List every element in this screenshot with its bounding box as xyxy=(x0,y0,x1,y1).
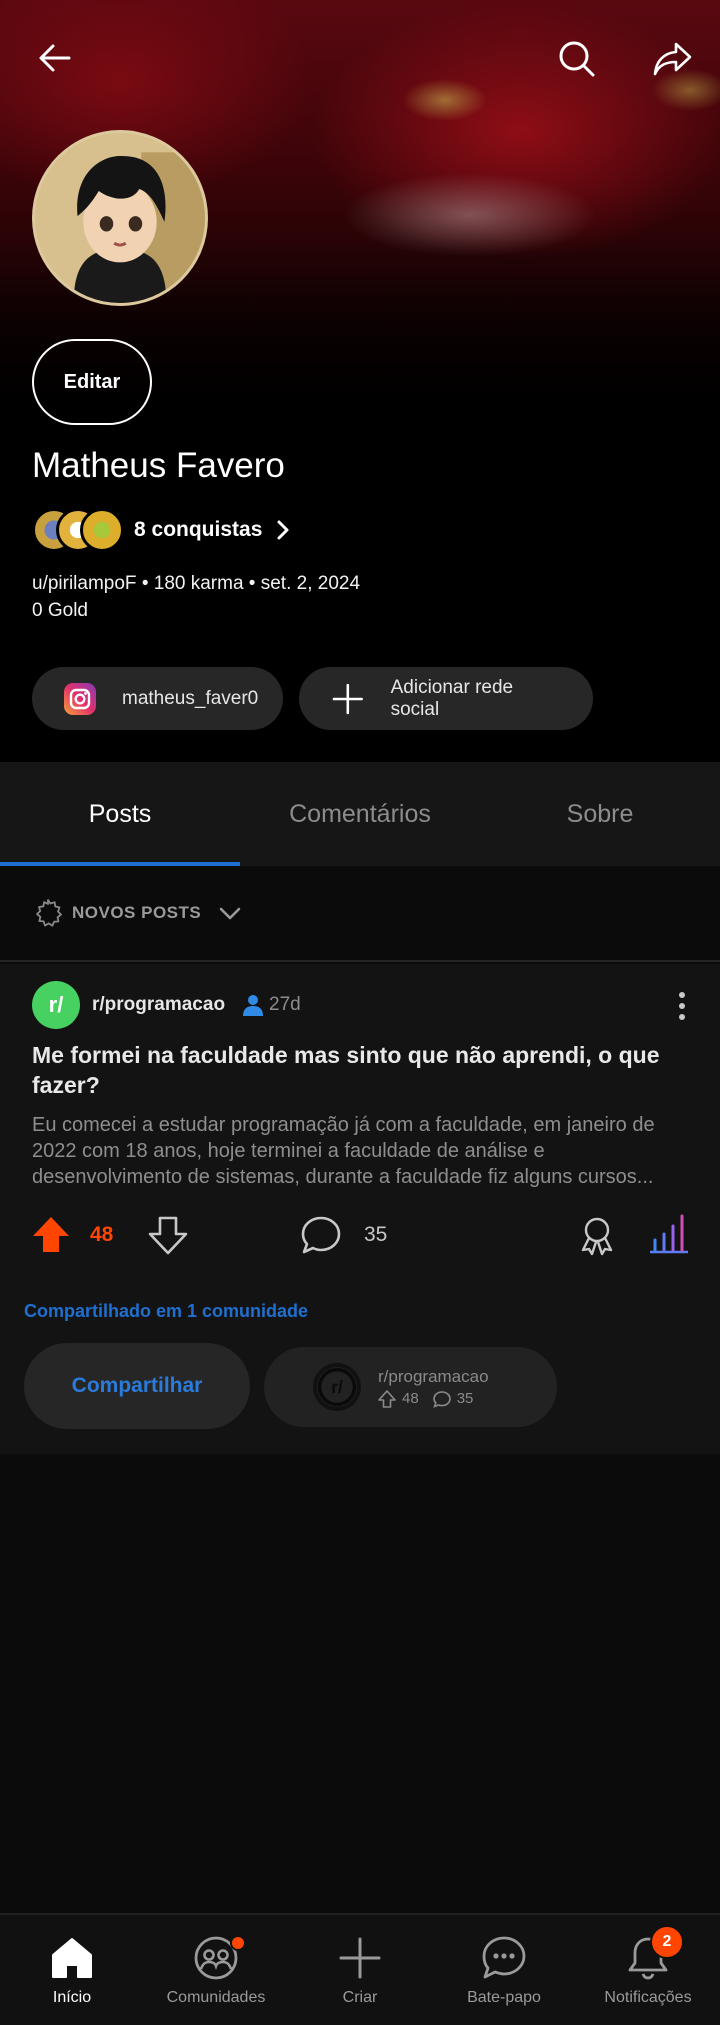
tab-comments[interactable]: Comentários xyxy=(240,762,480,866)
svg-text:r/: r/ xyxy=(331,1377,343,1397)
comment-icon xyxy=(301,1216,341,1254)
add-social-label: Adicionar rede social xyxy=(390,676,514,720)
nav-label: Início xyxy=(52,1989,92,2006)
instagram-handle: matheus_faver0 xyxy=(122,687,259,709)
award-button[interactable] xyxy=(576,1214,618,1256)
chevron-right-icon xyxy=(277,520,289,540)
create-icon xyxy=(339,1937,381,1979)
post-title[interactable]: Me formei na faculdade mas sinto que não… xyxy=(32,1040,682,1100)
communities-notification-dot xyxy=(230,1935,246,1951)
award-icon xyxy=(581,1217,613,1256)
more-vertical-icon[interactable] xyxy=(670,990,694,1022)
nav-label: Criar xyxy=(342,1989,378,2006)
sort-dropdown[interactable]: NOVOS POSTS xyxy=(0,866,720,962)
vote-count: 48 xyxy=(90,1223,114,1246)
sort-label: NOVOS POSTS xyxy=(72,903,202,922)
crosspost-subreddit-logo: r/ xyxy=(314,1364,360,1410)
achievements-label: 8 conquistas xyxy=(134,518,263,541)
downvote-group xyxy=(147,1214,189,1256)
nav-communities[interactable]: Comunidades xyxy=(144,1915,288,2025)
plus-icon xyxy=(332,683,363,714)
comments-button[interactable]: 35 xyxy=(300,1214,387,1256)
insights-icon xyxy=(650,1214,688,1254)
gear-icon xyxy=(36,899,62,927)
add-social-link-button[interactable]: Adicionar rede social xyxy=(299,667,593,730)
crosspost-subreddit-name: r/programacao xyxy=(378,1366,489,1386)
nav-chat[interactable]: Bate-papo xyxy=(432,1915,576,2025)
post-header: r/ r/programacao 27d xyxy=(32,980,301,1030)
crosspost-votes: 48 xyxy=(402,1390,419,1407)
share-button[interactable]: Compartilhar xyxy=(24,1343,250,1429)
nav-create[interactable]: Criar xyxy=(288,1915,432,2025)
downvote-icon[interactable] xyxy=(147,1214,189,1256)
back-arrow-icon xyxy=(39,44,71,72)
notifications-badge: 2 xyxy=(650,1925,684,1959)
nav-label: Bate-papo xyxy=(467,1989,541,2006)
upvote-icon[interactable] xyxy=(30,1214,72,1256)
nav-notifications[interactable]: 2 Notificações xyxy=(576,1915,720,2025)
chat-icon xyxy=(482,1936,526,1979)
comment-count: 35 xyxy=(364,1223,388,1246)
avatar-image xyxy=(35,133,205,303)
profile-tabs: Posts Comentários Sobre xyxy=(0,762,720,866)
post-actions: 48 35 xyxy=(0,1204,720,1268)
nav-label: Comunidades xyxy=(166,1989,266,2006)
search-button[interactable] xyxy=(548,30,604,86)
chevron-down-icon xyxy=(219,907,241,920)
crosspost-chip[interactable]: r/ r/programacao 48 35 xyxy=(264,1347,557,1427)
instagram-link-chip[interactable]: matheus_faver0 xyxy=(32,667,283,730)
edit-profile-button[interactable]: Editar xyxy=(32,339,152,425)
subreddit-name[interactable]: r/programacao xyxy=(92,994,225,1016)
share-profile-button[interactable] xyxy=(644,30,700,86)
display-name: Matheus Favero xyxy=(32,446,285,485)
post-card[interactable]: r/ r/programacao 27d Me formei na faculd… xyxy=(0,964,720,1454)
achievement-badge xyxy=(80,508,124,552)
gold-count: 0 Gold xyxy=(32,600,88,621)
nav-label: Notificações xyxy=(604,1989,692,2006)
upvote-icon xyxy=(378,1389,396,1408)
instagram-icon xyxy=(64,682,96,715)
insights-button[interactable] xyxy=(648,1212,690,1254)
back-button[interactable] xyxy=(27,30,83,86)
post-age: 27d xyxy=(269,994,301,1015)
home-icon xyxy=(52,1938,92,1978)
tab-about[interactable]: Sobre xyxy=(480,762,720,866)
tab-posts[interactable]: Posts xyxy=(0,762,240,866)
post-body[interactable]: Eu comecei a estudar programação já com … xyxy=(32,1112,687,1190)
achievements-row[interactable]: 8 conquistas xyxy=(32,506,294,554)
profile-header: Editar Matheus Favero 8 conquistas u/pir… xyxy=(0,0,720,762)
search-icon xyxy=(559,41,595,77)
subreddit-logo[interactable]: r/ xyxy=(32,981,80,1029)
nav-home[interactable]: Início xyxy=(0,1915,144,2025)
avatar[interactable] xyxy=(32,130,208,306)
share-arrow-icon xyxy=(653,42,692,76)
comment-icon xyxy=(432,1390,451,1408)
bottom-navigation: Início Comunidades Criar Bate-papo 2 Not… xyxy=(0,1913,720,2025)
user-meta: u/pirilampoF • 180 karma • set. 2, 2024 xyxy=(32,573,361,594)
crosspost-comments: 35 xyxy=(456,1390,474,1407)
shared-in-communities[interactable]: Compartilhado em 1 comunidade xyxy=(24,1301,308,1322)
crosspost-stats: 48 35 xyxy=(378,1389,489,1408)
upvote-group: 48 xyxy=(30,1214,113,1256)
op-user-icon xyxy=(243,995,264,1016)
